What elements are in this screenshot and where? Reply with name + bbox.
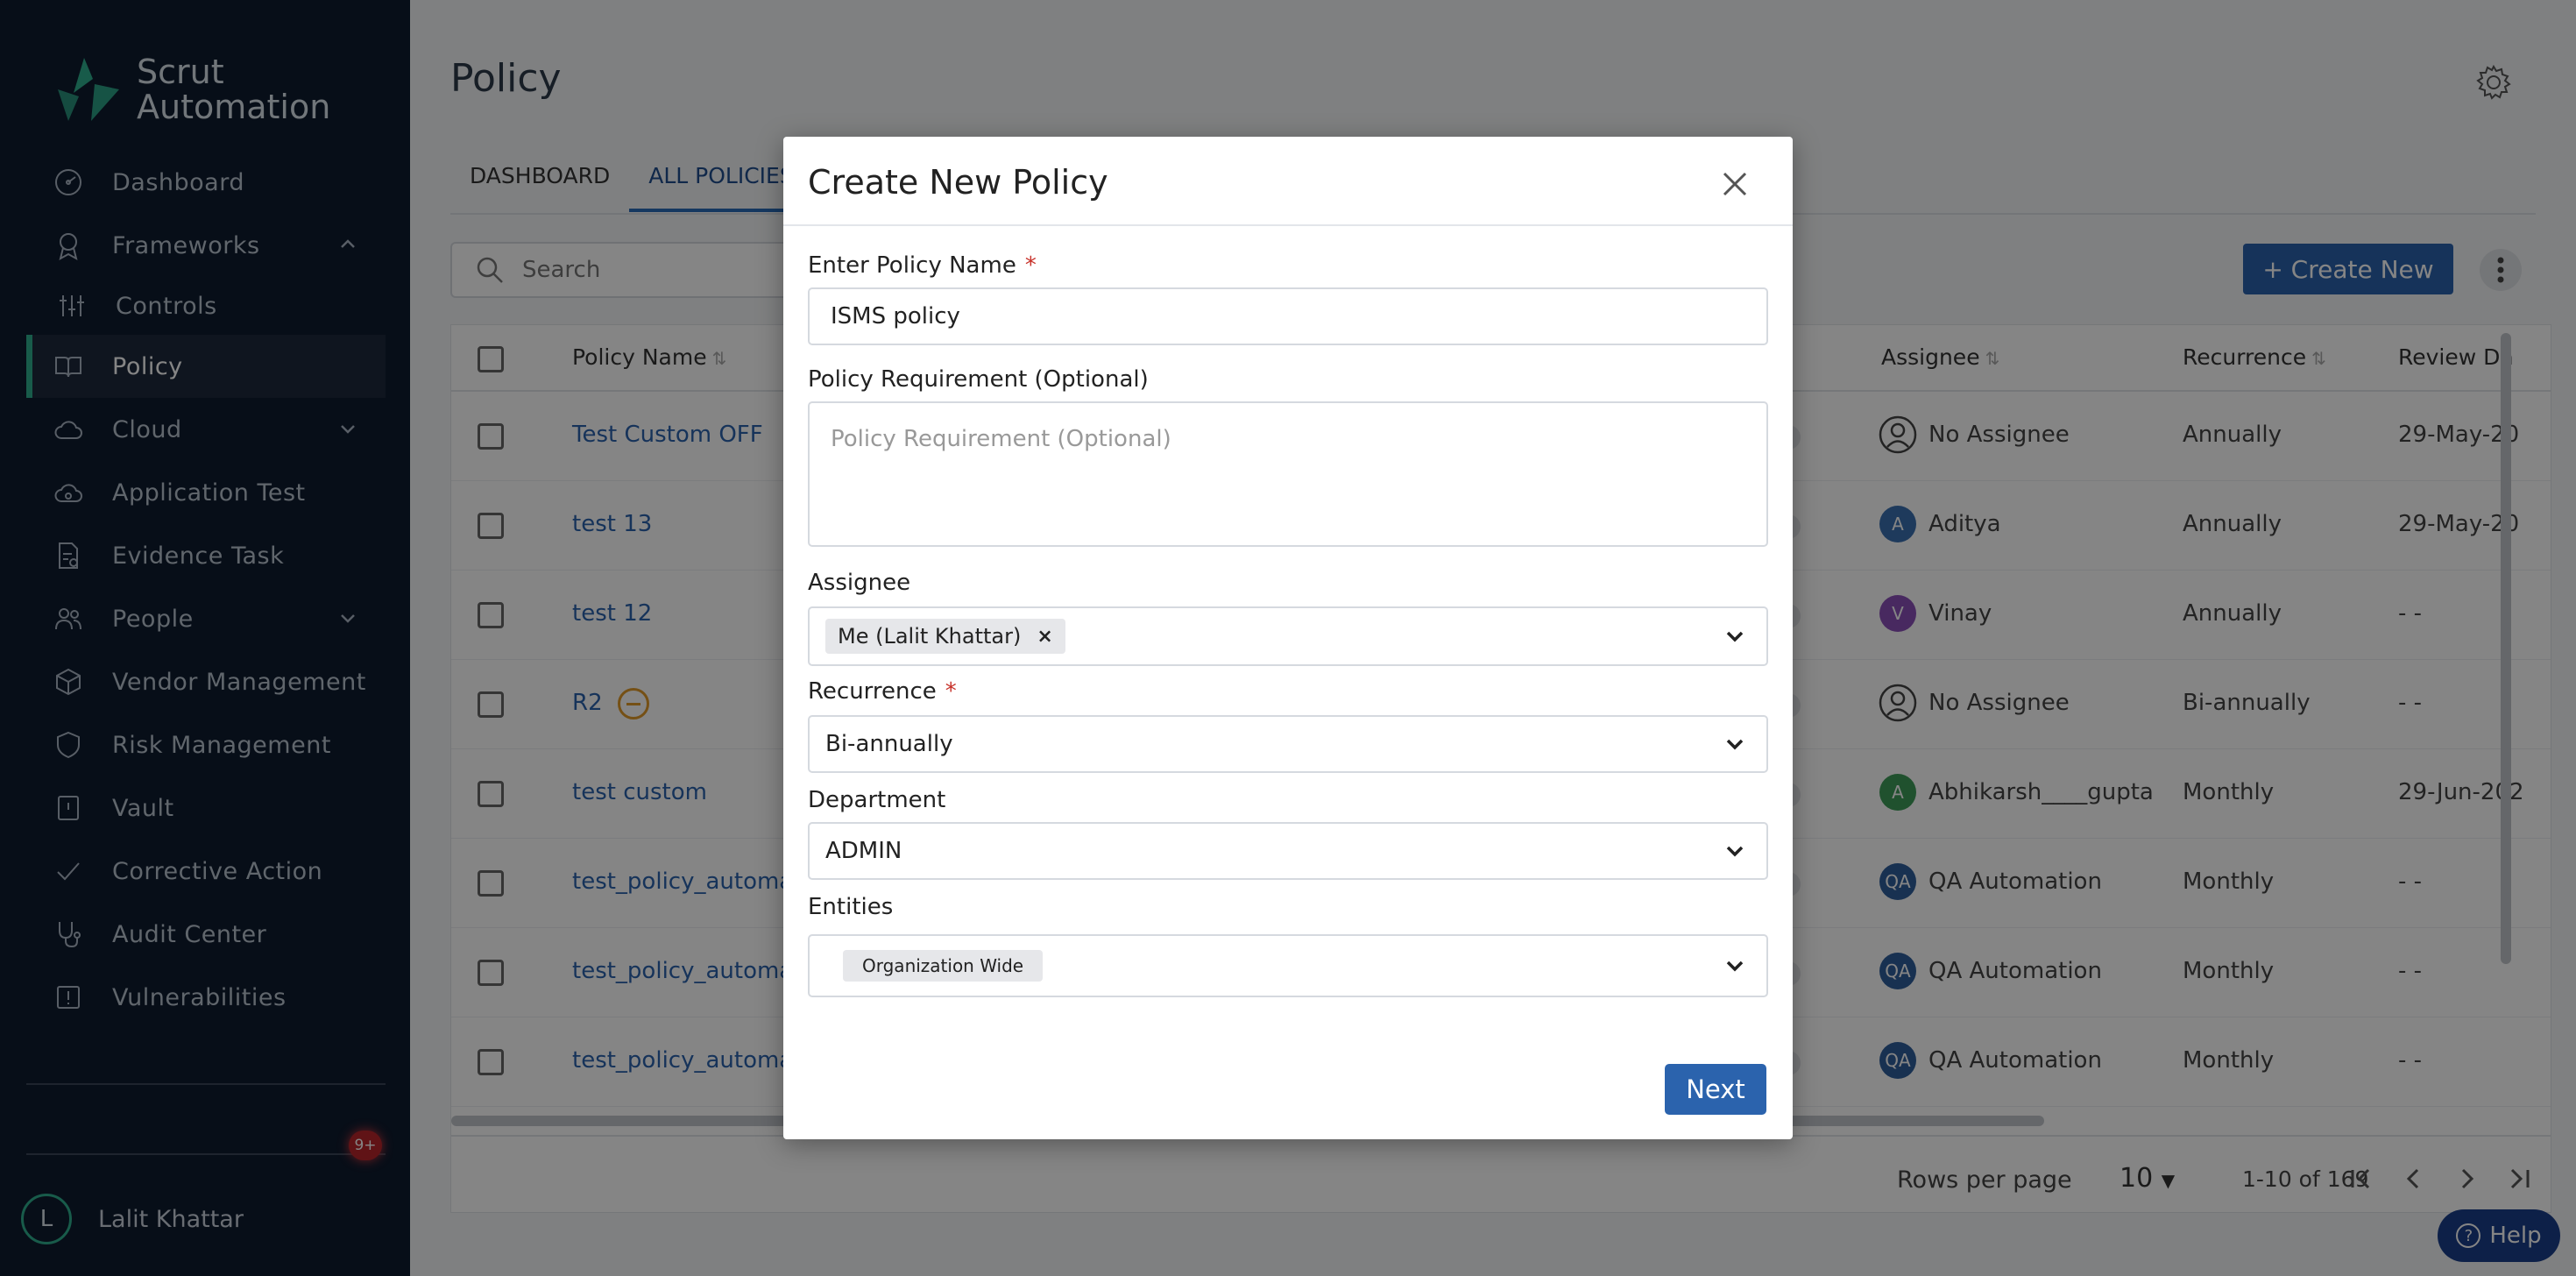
chevron-down-icon[interactable] [1723,624,1747,649]
close-icon[interactable] [1717,167,1752,202]
policy-name-label: Enter Policy Name * [808,252,1037,279]
assignee-select[interactable]: Me (Lalit Khattar) × [808,606,1768,666]
policy-requirement-label: Policy Requirement (Optional) [808,366,1149,393]
entities-label: Entities [808,894,894,920]
required-mark: * [945,678,957,705]
next-button[interactable]: Next [1665,1064,1766,1115]
label-text: Enter Policy Name [808,252,1016,279]
department-value: ADMIN [825,838,902,864]
entities-select[interactable]: Organization Wide [808,934,1768,997]
required-mark: * [1024,252,1037,279]
chevron-down-icon[interactable] [1723,953,1747,978]
policy-requirement-textarea[interactable] [808,401,1768,547]
chip-label: Me (Lalit Khattar) [838,624,1022,649]
modal-title: Create New Policy [808,163,1108,202]
assignee-chip: Me (Lalit Khattar) × [825,619,1065,654]
department-select[interactable]: ADMIN [808,822,1768,880]
chevron-down-icon[interactable] [1723,839,1747,863]
modal-divider [783,224,1793,226]
department-label: Department [808,787,946,813]
label-text: Recurrence [808,678,937,705]
policy-name-input[interactable] [808,287,1768,345]
assignee-label: Assignee [808,570,911,596]
recurrence-select[interactable]: Bi-annually [808,715,1768,773]
recurrence-value: Bi-annually [825,731,953,757]
recurrence-label: Recurrence * [808,678,957,705]
chevron-down-icon[interactable] [1723,732,1747,756]
create-policy-modal: Create New Policy Enter Policy Name * Pol… [783,137,1793,1139]
remove-chip-icon[interactable]: × [1037,626,1052,648]
entity-chip: Organization Wide [843,950,1044,982]
